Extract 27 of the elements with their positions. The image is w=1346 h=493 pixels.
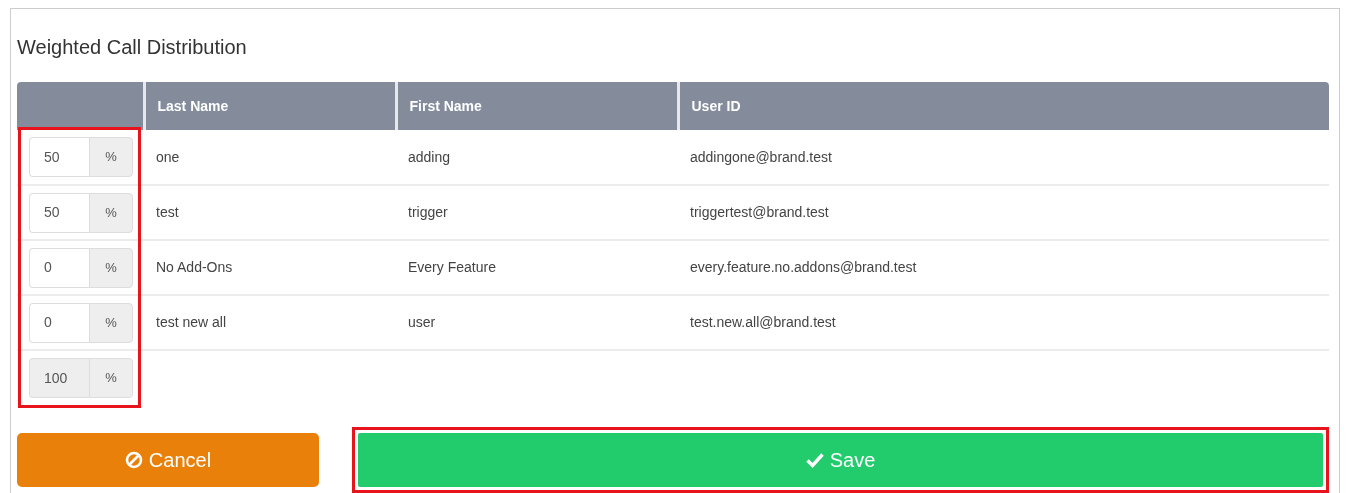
table-cell: adding (396, 130, 678, 185)
table-cell: one (144, 130, 396, 185)
percent-addon: % (89, 137, 133, 177)
column-header: User ID (678, 82, 1329, 130)
table-cell: trigger (396, 185, 678, 240)
column-header: Last Name (144, 82, 396, 130)
table-cell: addingone@brand.test (678, 130, 1329, 185)
percent-addon: % (89, 302, 133, 343)
table-cell: test new all (144, 295, 396, 350)
table-cell: every.feature.no.addons@brand.test (678, 240, 1329, 295)
column-header: First Name (396, 82, 678, 130)
percent-addon: % (89, 358, 133, 398)
table-cell: test.new.all@brand.test (678, 295, 1329, 350)
weight-field[interactable]: 0 (29, 302, 89, 343)
check-icon (805, 452, 824, 468)
cancel-icon (124, 451, 143, 469)
table-cell: user (396, 295, 678, 350)
table-cell: test (144, 185, 396, 240)
percent-addon: % (89, 247, 133, 288)
panel-title: Weighted Call Distribution (17, 35, 247, 60)
percent-addon: % (89, 192, 133, 233)
table-cell: No Add-Ons (144, 240, 396, 295)
table-cell: Every Feature (396, 240, 678, 295)
weight-field[interactable]: 0 (29, 247, 89, 288)
weight-field[interactable]: 50 (29, 137, 89, 177)
weight-field[interactable]: 50 (29, 192, 89, 233)
table-cell: triggertest@brand.test (678, 185, 1329, 240)
